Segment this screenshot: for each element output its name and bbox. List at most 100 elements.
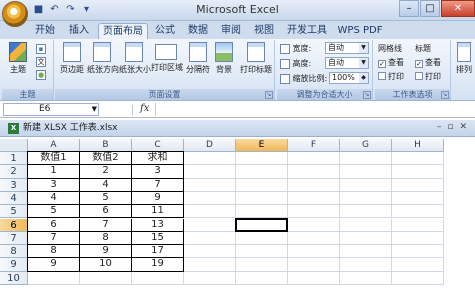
cell-e3[interactable] bbox=[236, 178, 288, 192]
column-header-e[interactable]: E bbox=[236, 139, 288, 152]
theme-colors-button[interactable]: ▪ bbox=[36, 42, 46, 55]
gridlines-view-checkbox[interactable]: ✓ 查看 bbox=[378, 56, 404, 69]
row-header-7[interactable]: 7 bbox=[0, 231, 28, 246]
name-box[interactable]: E6 ▼ bbox=[3, 103, 99, 116]
tab-developer[interactable]: 开发工具 bbox=[284, 23, 330, 39]
gridlines-print-checkbox[interactable]: 打印 bbox=[378, 70, 404, 83]
width-select[interactable]: 自动 ▼ bbox=[325, 42, 369, 54]
office-button[interactable] bbox=[2, 1, 28, 27]
cell-e1[interactable] bbox=[236, 152, 288, 166]
headings-view-checkbox[interactable]: ✓ 查看 bbox=[415, 56, 441, 69]
cell-h3[interactable] bbox=[392, 178, 444, 192]
tab-data[interactable]: 数据 bbox=[185, 23, 211, 39]
cell-h10[interactable] bbox=[392, 271, 444, 285]
cell-h8[interactable] bbox=[392, 245, 444, 259]
height-select[interactable]: 自动 ▼ bbox=[325, 57, 369, 69]
workbook-close-button[interactable]: ✕ bbox=[459, 122, 467, 132]
cell-b7[interactable]: 8 bbox=[80, 231, 132, 246]
cell-b6[interactable]: 7 bbox=[80, 218, 132, 232]
cell-c1[interactable]: 求和 bbox=[132, 152, 184, 166]
row-header-2[interactable]: 2 bbox=[0, 165, 28, 179]
cell-f7[interactable] bbox=[288, 231, 340, 246]
cell-g5[interactable] bbox=[340, 205, 392, 219]
cell-h2[interactable] bbox=[392, 165, 444, 179]
cell-d6[interactable] bbox=[184, 218, 236, 232]
cell-e5[interactable] bbox=[236, 205, 288, 219]
cell-g4[interactable] bbox=[340, 191, 392, 206]
maximize-button[interactable]: □ bbox=[420, 0, 440, 17]
column-header-d[interactable]: D bbox=[184, 139, 236, 152]
cell-c9[interactable]: 19 bbox=[132, 258, 184, 272]
cell-b2[interactable]: 2 bbox=[80, 165, 132, 179]
cell-d1[interactable] bbox=[184, 152, 236, 166]
cell-a2[interactable]: 1 bbox=[28, 165, 80, 179]
cell-d5[interactable] bbox=[184, 205, 236, 219]
headings-print-checkbox[interactable]: 打印 bbox=[415, 70, 441, 83]
cell-g8[interactable] bbox=[340, 245, 392, 259]
cell-c8[interactable]: 17 bbox=[132, 245, 184, 259]
cell-f8[interactable] bbox=[288, 245, 340, 259]
cell-g6[interactable] bbox=[340, 218, 392, 232]
sheet-options-launcher-icon[interactable]: ↘ bbox=[441, 91, 449, 99]
tab-home[interactable]: 开始 bbox=[32, 23, 58, 39]
cell-e9[interactable] bbox=[236, 258, 288, 272]
theme-button[interactable]: 主题 bbox=[3, 42, 33, 75]
cell-e7[interactable] bbox=[236, 231, 288, 246]
cell-f10[interactable] bbox=[288, 271, 340, 285]
cell-h1[interactable] bbox=[392, 152, 444, 166]
cell-c2[interactable]: 3 bbox=[132, 165, 184, 179]
background-button[interactable]: 背景 bbox=[211, 42, 237, 75]
theme-fonts-button[interactable]: 文 bbox=[36, 55, 46, 68]
cell-h4[interactable] bbox=[392, 191, 444, 206]
cell-b5[interactable]: 6 bbox=[80, 205, 132, 219]
column-header-f[interactable]: F bbox=[288, 139, 340, 152]
cell-c5[interactable]: 11 bbox=[132, 205, 184, 219]
row-header-10[interactable]: 10 bbox=[0, 271, 28, 285]
cell-c7[interactable]: 15 bbox=[132, 231, 184, 246]
cell-e2[interactable] bbox=[236, 165, 288, 179]
cell-d7[interactable] bbox=[184, 231, 236, 246]
cell-g2[interactable] bbox=[340, 165, 392, 179]
column-header-g[interactable]: G bbox=[340, 139, 392, 152]
tab-view[interactable]: 视图 bbox=[251, 23, 277, 39]
row-header-4[interactable]: 4 bbox=[0, 191, 28, 206]
row-header-5[interactable]: 5 bbox=[0, 205, 28, 219]
cell-e10[interactable] bbox=[236, 271, 288, 285]
tab-page-layout[interactable]: 页面布局 bbox=[98, 23, 148, 39]
workbook-restore-button[interactable]: ▫ bbox=[447, 122, 453, 132]
formula-input[interactable] bbox=[155, 103, 473, 116]
row-header-9[interactable]: 9 bbox=[0, 258, 28, 272]
cell-c3[interactable]: 7 bbox=[132, 178, 184, 192]
chevron-down-icon[interactable]: ▼ bbox=[92, 104, 97, 115]
print-titles-button[interactable]: 打印标题 bbox=[239, 42, 273, 75]
tab-formulas[interactable]: 公式 bbox=[152, 23, 178, 39]
cell-g9[interactable] bbox=[340, 258, 392, 272]
arrange-button[interactable]: 排列 bbox=[453, 42, 475, 75]
cell-d4[interactable] bbox=[184, 191, 236, 206]
column-header-h[interactable]: H bbox=[392, 139, 444, 152]
select-all-corner[interactable] bbox=[0, 139, 28, 152]
cell-f6[interactable] bbox=[288, 218, 340, 232]
cell-h7[interactable] bbox=[392, 231, 444, 246]
cell-f1[interactable] bbox=[288, 152, 340, 166]
breaks-button[interactable]: 分隔符 bbox=[183, 42, 213, 75]
cell-h9[interactable] bbox=[392, 258, 444, 272]
margins-button[interactable]: 页边距 bbox=[57, 42, 87, 75]
cell-b9[interactable]: 10 bbox=[80, 258, 132, 272]
scale-launcher-icon[interactable]: ↘ bbox=[363, 91, 371, 99]
cell-a9[interactable]: 9 bbox=[28, 258, 80, 272]
orientation-button[interactable]: 纸张方向 bbox=[87, 42, 119, 75]
cell-e4[interactable] bbox=[236, 191, 288, 206]
print-area-button[interactable]: 打印区域 bbox=[151, 42, 183, 73]
cell-c6[interactable]: 13 bbox=[132, 218, 184, 232]
cell-b4[interactable]: 5 bbox=[80, 191, 132, 206]
cell-f4[interactable] bbox=[288, 191, 340, 206]
cell-a6[interactable]: 6 bbox=[28, 218, 80, 232]
row-header-8[interactable]: 8 bbox=[0, 245, 28, 259]
tab-review[interactable]: 审阅 bbox=[218, 23, 244, 39]
cell-h5[interactable] bbox=[392, 205, 444, 219]
cell-d8[interactable] bbox=[184, 245, 236, 259]
cell-a3[interactable]: 3 bbox=[28, 178, 80, 192]
cell-g1[interactable] bbox=[340, 152, 392, 166]
cell-d2[interactable] bbox=[184, 165, 236, 179]
